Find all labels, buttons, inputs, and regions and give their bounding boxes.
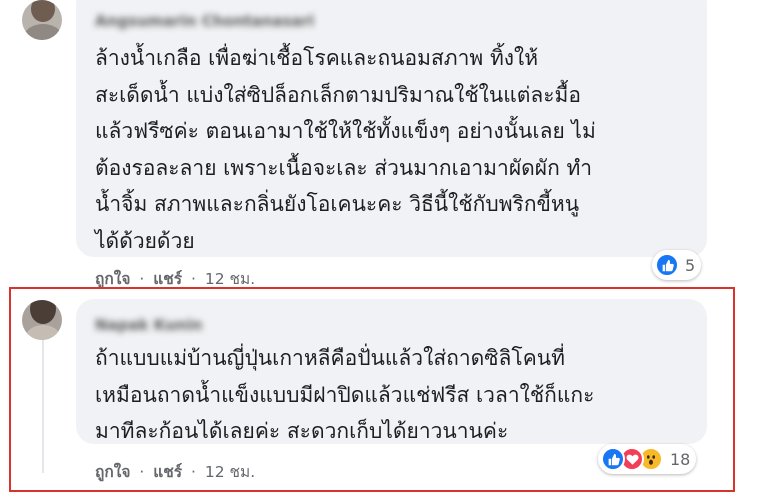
comment-2-actions: ถูกใจ · แชร์ · 12 ชม. [95, 459, 255, 484]
commenter-1-avatar[interactable] [22, 0, 62, 40]
comment-2-text: ถ้าแบบแม่บ้านญี่ปุ่นเกาหลีคือปั่นแล้วใส่… [95, 340, 594, 450]
commenter-2-avatar[interactable] [22, 300, 62, 340]
like-icon [601, 447, 625, 471]
comment-1-line: สะเด็ดน้ำ แบ่งใส่ซิปล็อกเล็กตามปริมาณใช้… [95, 82, 581, 107]
comment-1-like-link[interactable]: ถูกใจ [95, 270, 130, 288]
comment-2-line: เหมือนถาดน้ำแข็งแบบมีฝาปิดแล้วแช่ฟรีส เว… [95, 382, 595, 407]
like-icon [655, 253, 679, 277]
comment-1-reaction-count: 5 [685, 255, 696, 275]
comment-2-reaction-count: 18 [670, 449, 691, 469]
comment-1-author-name[interactable]: Angsumarin Chontanasari [95, 12, 314, 30]
comment-1-reply-link[interactable]: แชร์ [153, 270, 182, 288]
separator: · [139, 270, 145, 288]
comment-2-line: มาทีละก้อนได้เลยค่ะ สะดวกเก็บได้ยาวนานค่… [95, 419, 509, 443]
comment-1-line: น้ำจิ้ม สภาพและกลิ่นยังโอเคนะคะ วิธีนี้ใ… [95, 192, 580, 216]
comment-1-text: ล้างน้ำเกลือ เพื่อฆ่าเชื้อโรคและถนอมสภาพ… [95, 40, 596, 259]
comment-2-timestamp[interactable]: 12 ชม. [205, 463, 255, 481]
separator: · [139, 463, 145, 481]
comment-1-line: ได้ด้วยด้วย [95, 228, 195, 253]
comment-2-author-name[interactable]: Napak Kunin [95, 316, 202, 334]
comment-2-like-link[interactable]: ถูกใจ [95, 463, 130, 481]
comment-1-line: แล้วฟรีซค่ะ ตอนเอามาใช้ให้ใช้ทั้งแข็งๆ อ… [95, 119, 596, 143]
separator: · [191, 270, 196, 288]
comment-1-line: ต้องรอละลาย เพราะเนื้อจะเละ ส่วนมากเอามา… [95, 155, 593, 180]
comment-1-line: ล้างน้ำเกลือ เพื่อฆ่าเชื้อโรคและถนอมสภาพ… [95, 46, 539, 70]
comment-1-reactions[interactable]: 5 [652, 250, 702, 280]
comment-2-reply-link[interactable]: แชร์ [153, 463, 182, 481]
comment-2-reactions[interactable]: 18 [598, 444, 697, 474]
comment-2-line: ถ้าแบบแม่บ้านญี่ปุ่นเกาหลีคือปั่นแล้วใส่… [95, 346, 565, 370]
separator: · [191, 463, 196, 481]
comment-1-timestamp[interactable]: 12 ชม. [205, 270, 255, 288]
